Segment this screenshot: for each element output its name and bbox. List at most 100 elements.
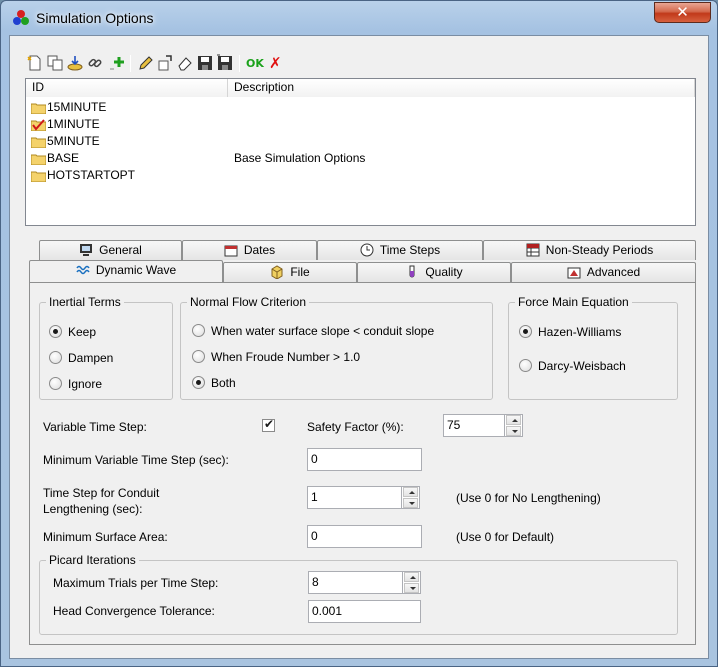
list-item[interactable]: 5MINUTE [26, 133, 695, 150]
max-trials-input[interactable]: 8 [308, 571, 403, 594]
tab-label: General [99, 243, 142, 257]
tab-file[interactable]: File [223, 262, 357, 282]
spin-up-button[interactable] [506, 415, 521, 425]
variable-time-step-label: Variable Time Step: [43, 420, 147, 434]
max-trials-label: Maximum Trials per Time Step: [53, 576, 219, 590]
folder-icon [31, 103, 46, 114]
group-title: Force Main Equation [515, 295, 632, 309]
spin-down-button[interactable] [506, 426, 521, 436]
list-item-id: 1MINUTE [47, 117, 100, 131]
inertial-terms-group: Inertial Terms Keep Dampen Ignore [39, 295, 173, 400]
tab-non-steady-periods[interactable]: Non-Steady Periods [483, 240, 696, 260]
lengthening-hint: (Use 0 for No Lengthening) [456, 491, 601, 505]
edit-icon[interactable] [136, 54, 154, 72]
radio-button[interactable] [49, 351, 62, 364]
list-item-id: HOTSTARTOPT [47, 168, 136, 182]
lengthening-spinner[interactable] [402, 486, 420, 509]
options-list[interactable]: ID Description 15MINUTE 1MINUTE 5MINUTE [25, 78, 696, 226]
lengthening-input[interactable]: 1 [307, 486, 402, 509]
tab-advanced[interactable]: Advanced [511, 262, 696, 282]
list-item[interactable]: 15MINUTE [26, 99, 695, 116]
variable-time-step-checkbox[interactable] [262, 417, 275, 432]
radio-button[interactable] [519, 325, 532, 338]
tab-strip: General Dates Time Steps Non-Steady Peri… [29, 240, 696, 284]
spin-up-button[interactable] [403, 487, 418, 497]
radio-button[interactable] [49, 377, 62, 390]
import-icon[interactable] [66, 54, 84, 72]
toolbar: OK ✗ [26, 54, 326, 74]
folder-icon [31, 154, 46, 165]
test-tube-icon [405, 265, 419, 279]
min-surface-area-label: Minimum Surface Area: [43, 530, 168, 544]
head-tolerance-label: Head Convergence Tolerance: [53, 604, 215, 618]
tab-dates[interactable]: Dates [182, 240, 317, 260]
monitor-icon [79, 243, 93, 257]
radio-label: When water surface slope < conduit slope [211, 324, 435, 338]
tab-dynamic-wave[interactable]: Dynamic Wave [29, 260, 223, 282]
save-all-icon[interactable] [216, 54, 234, 72]
radio-button[interactable] [49, 325, 62, 338]
spin-down-button[interactable] [403, 498, 418, 508]
radio-button[interactable] [192, 350, 205, 363]
group-title: Picard Iterations [46, 553, 139, 567]
copy-icon[interactable] [46, 54, 64, 72]
min-variable-time-step-label: Minimum Variable Time Step (sec): [43, 453, 229, 467]
link-icon[interactable] [86, 54, 104, 72]
title-bar[interactable]: Simulation Options ✕ [1, 1, 717, 35]
rename-icon[interactable] [156, 54, 174, 72]
calendar-icon [224, 243, 238, 257]
close-button[interactable]: ✕ [654, 2, 711, 23]
group-title: Normal Flow Criterion [187, 295, 310, 309]
clock-icon [360, 243, 374, 257]
group-title: Inertial Terms [46, 295, 124, 309]
radio-label: Dampen [68, 351, 114, 365]
list-item-id: 15MINUTE [47, 100, 107, 114]
radio-label: When Froude Number > 1.0 [211, 350, 361, 364]
max-trials-spinner[interactable] [403, 571, 421, 594]
list-item[interactable]: BASE Base Simulation Options [26, 150, 695, 167]
checked-folder-icon [31, 119, 46, 131]
radio-label: Darcy-Weisbach [538, 359, 626, 373]
min-surface-area-hint: (Use 0 for Default) [456, 530, 555, 544]
radio-button[interactable] [519, 359, 532, 372]
spin-down-button[interactable] [404, 583, 419, 593]
dialog-client-area: OK ✗ ID Description 15MINUTE 1MINUTE 5MI… [9, 35, 709, 659]
ok-button[interactable]: OK [246, 57, 264, 70]
list-header: ID Description [26, 79, 695, 97]
min-surface-area-input[interactable]: 0 [307, 525, 422, 548]
min-variable-time-step-input[interactable]: 0 [307, 448, 422, 471]
safety-factor-label: Safety Factor (%): [307, 420, 404, 434]
lengthening-label-line2: Lengthening (sec): [43, 502, 143, 516]
list-item[interactable]: 1MINUTE [26, 116, 695, 133]
safety-factor-input[interactable]: 75 [443, 414, 505, 437]
toolbar-separator [239, 55, 240, 72]
cancel-button[interactable]: ✗ [269, 54, 282, 72]
table-icon [526, 243, 540, 257]
tab-label: Time Steps [379, 243, 441, 257]
spin-up-button[interactable] [404, 572, 419, 582]
box-icon [270, 265, 284, 279]
column-header-description[interactable]: Description [228, 79, 695, 97]
save-icon[interactable] [196, 54, 214, 72]
head-tolerance-input[interactable]: 0.001 [308, 600, 421, 623]
lengthening-label-line1: Time Step for Conduit [43, 486, 160, 500]
tab-time-steps[interactable]: Time Steps [317, 240, 483, 260]
radio-label: Hazen-Williams [538, 325, 622, 339]
tab-quality[interactable]: Quality [357, 262, 511, 282]
tab-label: Non-Steady Periods [545, 243, 654, 257]
tab-general[interactable]: General [39, 240, 182, 260]
radio-label: Keep [68, 325, 97, 339]
normal-flow-criterion-group: Normal Flow Criterion When water surface… [180, 295, 493, 400]
new-icon[interactable] [26, 54, 44, 72]
list-item[interactable]: HOTSTARTOPT [26, 167, 695, 184]
add-icon[interactable] [108, 54, 126, 72]
radio-button[interactable] [192, 324, 205, 337]
folder-icon [31, 137, 46, 148]
column-header-id[interactable]: ID [26, 79, 228, 97]
radio-label: Both [211, 376, 236, 390]
erase-icon[interactable] [176, 54, 194, 72]
window-title: Simulation Options [36, 10, 154, 26]
radio-button[interactable] [192, 376, 205, 389]
safety-factor-spinner[interactable] [505, 414, 523, 437]
advanced-icon [567, 265, 581, 279]
